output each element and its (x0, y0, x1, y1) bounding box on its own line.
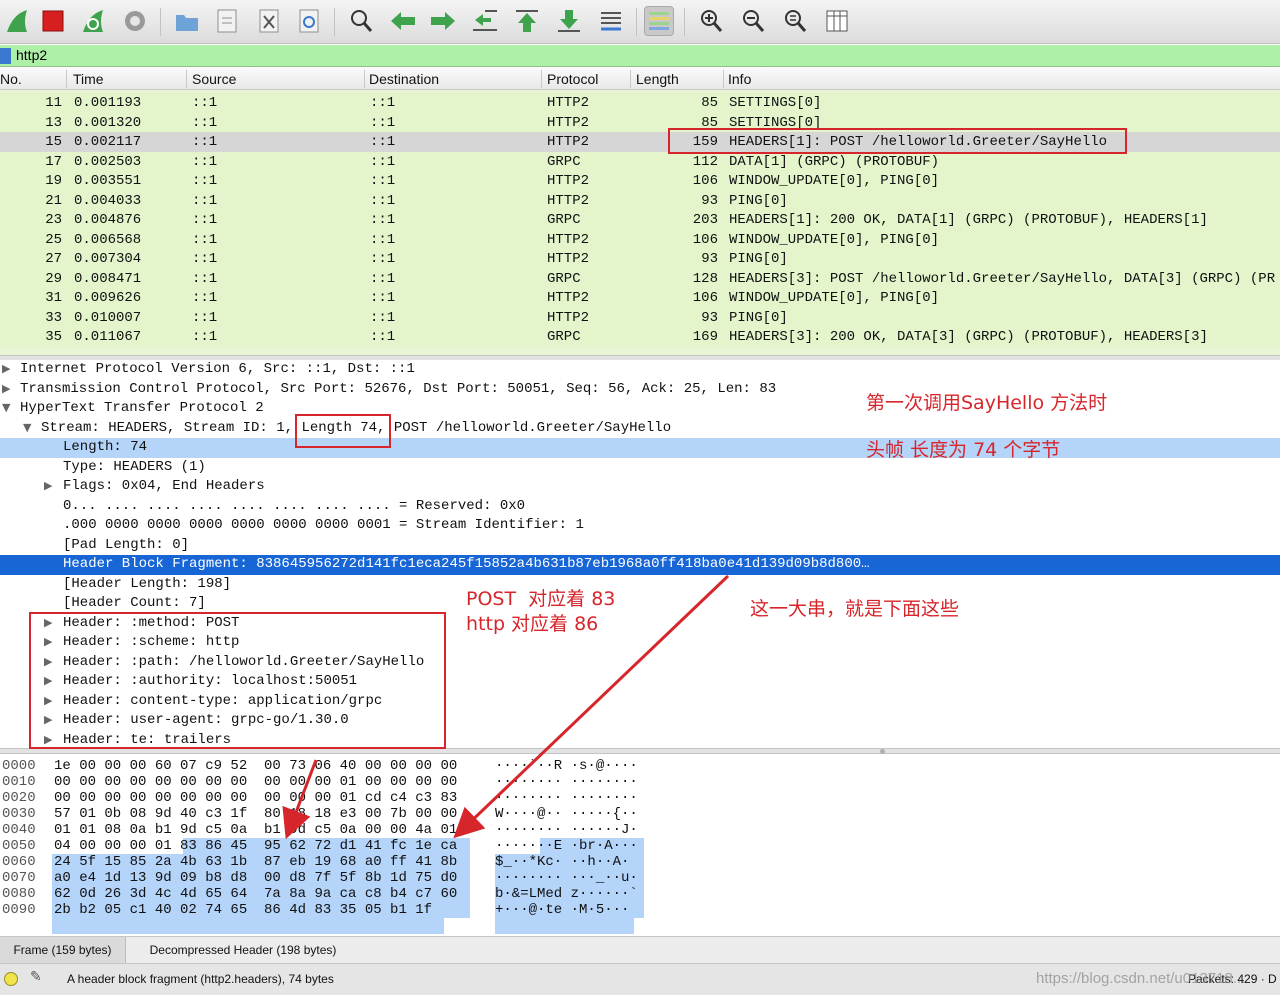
arrow-to-83-icon (282, 759, 318, 840)
arrow-to-fragment-icon (453, 574, 730, 839)
annotation-arrows (282, 574, 730, 840)
